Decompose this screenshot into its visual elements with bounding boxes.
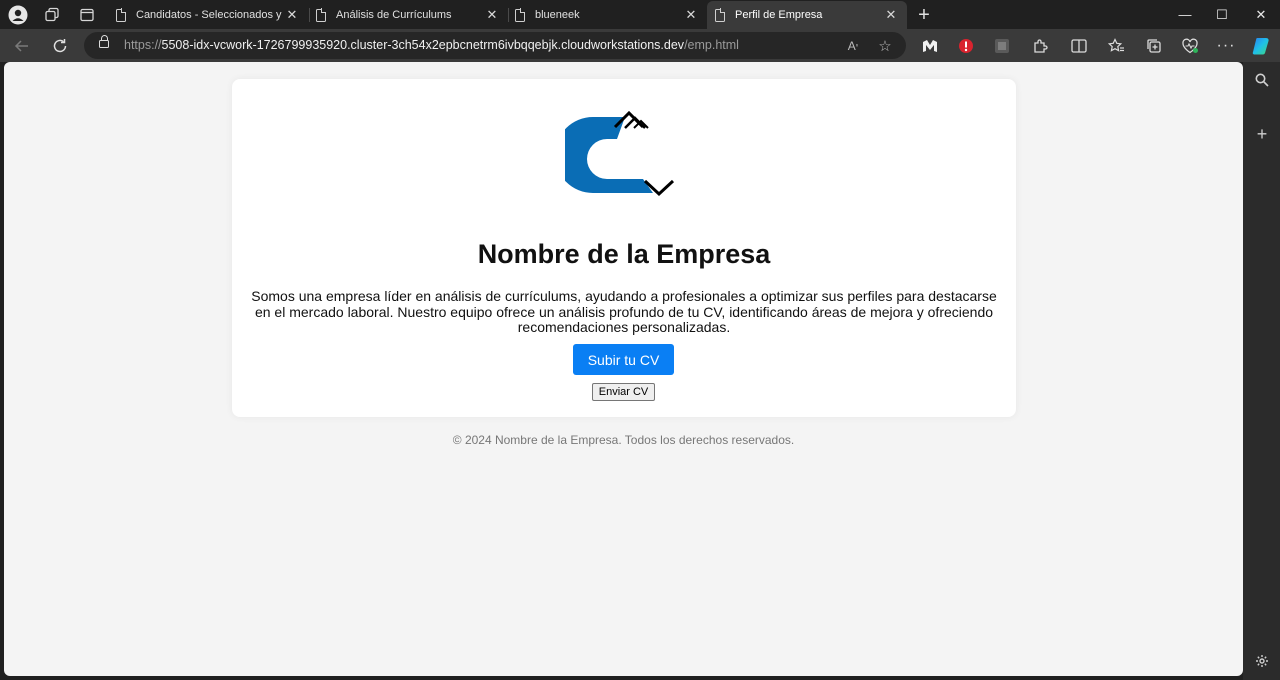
lock-icon[interactable]	[99, 35, 109, 48]
profile-icon[interactable]	[6, 3, 30, 27]
read-aloud-icon[interactable]: Aⁿ	[843, 36, 863, 56]
tab-close-icon[interactable]: ✕	[484, 7, 500, 23]
upload-cv-button[interactable]: Subir tu CV	[573, 344, 674, 375]
company-profile-card: Nombre de la Empresa Somos una empresa l…	[232, 79, 1016, 417]
tab-analisis[interactable]: Análisis de Currículums ✕	[308, 1, 508, 29]
tab-actions-icon[interactable]	[75, 3, 99, 27]
tab-perfil-empresa[interactable]: Perfil de Empresa ✕	[707, 1, 907, 29]
tab-strip: Candidatos - Seleccionados y Rechazados …	[0, 0, 1280, 29]
tab-close-icon[interactable]: ✕	[284, 7, 300, 23]
tab-blueneek[interactable]: blueneek ✕	[507, 1, 707, 29]
back-icon[interactable]	[9, 33, 35, 59]
collections-icon[interactable]	[1142, 34, 1166, 58]
company-name-heading: Nombre de la Empresa	[477, 239, 771, 269]
tab-title: Candidatos - Seleccionados y Rechazados	[136, 9, 284, 21]
sidebar-add-icon[interactable]: +	[1251, 123, 1273, 145]
browser-toolbar: https://5508-idx-vcwork-1726799935920.cl…	[0, 29, 1280, 62]
copilot-icon[interactable]	[1250, 34, 1274, 58]
tab-title: Perfil de Empresa	[735, 9, 823, 21]
extension-grey-icon[interactable]	[990, 34, 1014, 58]
page-icon	[515, 8, 526, 22]
new-tab-button[interactable]: +	[912, 3, 936, 27]
tab-title: blueneek	[535, 9, 580, 21]
tab-close-icon[interactable]: ✕	[883, 7, 899, 23]
page-viewport: Nombre de la Empresa Somos una empresa l…	[4, 62, 1243, 676]
sidebar-settings-icon[interactable]	[1251, 650, 1273, 672]
minimize-button[interactable]: —	[1166, 0, 1204, 29]
page-footer: © 2024 Nombre de la Empresa. Todos los d…	[452, 433, 795, 447]
page-icon	[116, 8, 127, 22]
send-cv-button[interactable]: Enviar CV	[592, 383, 655, 401]
company-description: Somos una empresa líder en análisis de c…	[251, 288, 997, 335]
browser-essentials-icon[interactable]	[1178, 34, 1202, 58]
extensions-puzzle-icon[interactable]	[1028, 34, 1052, 58]
refresh-icon[interactable]	[47, 33, 73, 59]
favorites-icon[interactable]	[1104, 34, 1128, 58]
address-bar[interactable]: https://5508-idx-vcwork-1726799935920.cl…	[84, 32, 906, 59]
tab-title: Análisis de Currículums	[336, 9, 452, 21]
page-icon	[316, 8, 327, 22]
tab-candidatos[interactable]: Candidatos - Seleccionados y Rechazados …	[108, 1, 308, 29]
url-text[interactable]: https://5508-idx-vcwork-1726799935920.cl…	[124, 38, 739, 52]
tab-close-icon[interactable]: ✕	[683, 7, 699, 23]
favorite-star-icon[interactable]: ☆	[875, 36, 895, 56]
sidebar-search-icon[interactable]	[1251, 69, 1273, 91]
extension-shield-icon[interactable]	[954, 34, 978, 58]
close-window-button[interactable]: ✕	[1242, 0, 1280, 29]
more-menu-icon[interactable]: ···	[1214, 34, 1238, 58]
maximize-button[interactable]: ☐	[1203, 0, 1241, 29]
extension-m-icon[interactable]	[918, 34, 942, 58]
company-logo	[565, 110, 675, 197]
page-icon	[715, 8, 726, 22]
workspaces-icon[interactable]	[40, 3, 64, 27]
edge-sidebar: +	[1243, 62, 1280, 680]
split-screen-icon[interactable]	[1067, 34, 1091, 58]
